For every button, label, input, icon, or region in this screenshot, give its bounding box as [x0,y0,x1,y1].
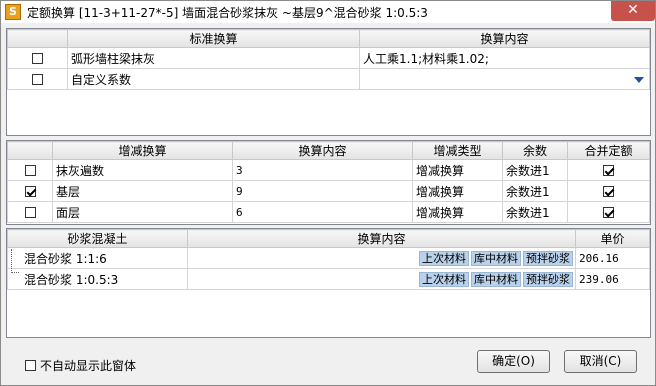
conversion-name: 自定义系数 [67,68,360,90]
no-auto-show-option[interactable]: 不自动显示此窗体 [25,357,136,374]
header-conversion-content: 换算内容 [359,29,650,48]
incdec-conversion-table: 增减换算 换算内容 增减类型 余数 合并定额 抹灰遍数 3 增减换算 余数进1 … [7,141,650,223]
conversion-name: 弧形墙柱梁抹灰 [67,47,360,69]
mortar-concrete-panel: 砂浆混凝土 换算内容 单价 混合砂浆 1:1:6 上次材料 库中材料 预拌砂浆 20… [6,228,651,338]
merge-checkbox[interactable] [603,186,614,197]
window-title: 定额换算 [11-3+11-27*-5] 墙面混合砂浆抹灰 ~基层9^混合砂浆 … [27,5,428,20]
table-row: 弧形墙柱梁抹灰 人工乘1.1;材料乘1.02; [7,47,650,69]
ok-button[interactable]: 确定(O) [477,350,550,373]
no-auto-show-label: 不自动显示此窗体 [40,359,137,373]
header-remainder: 余数 [502,141,568,160]
table-row: 基层 9 增减换算 余数进1 [7,180,650,202]
table-row: 自定义系数 [7,68,650,90]
incdec-name: 抹灰遍数 [52,159,233,181]
table-row: 混合砂浆 1:0.5:3 上次材料 库中材料 预拌砂浆 239.06 [7,268,650,290]
unit-price: 206.16 [575,247,650,269]
mortar-concrete-table: 砂浆混凝土 换算内容 单价 混合砂浆 1:1:6 上次材料 库中材料 预拌砂浆 20… [7,229,650,290]
incdec-value-input[interactable]: 3 [232,159,413,181]
no-auto-show-checkbox[interactable] [25,360,36,371]
standard-conversion-table: 标准换算 换算内容 弧形墙柱梁抹灰 人工乘1.1;材料乘1.02; 自定义系数 [7,29,650,90]
last-material-button[interactable]: 上次材料 [419,271,469,287]
library-material-button[interactable]: 库中材料 [471,271,521,287]
row-checkbox[interactable] [24,207,36,218]
standard-conversion-panel: 标准换算 换算内容 弧形墙柱梁抹灰 人工乘1.1;材料乘1.02; 自定义系数 [6,28,651,136]
row-checkbox[interactable] [24,186,36,197]
last-material-button[interactable]: 上次材料 [419,250,469,266]
custom-coefficient-dropdown[interactable] [359,68,650,90]
row-checkbox[interactable] [24,165,36,176]
unit-price: 239.06 [575,268,650,290]
incdec-name: 面层 [52,201,233,223]
table-row: 抹灰遍数 3 增减换算 余数进1 [7,159,650,181]
app-icon: S [5,4,21,20]
incdec-type: 增减换算 [412,159,503,181]
incdec-value-input[interactable]: 6 [232,201,413,223]
conversion-content: 人工乘1.1;材料乘1.02; [359,47,650,69]
incdec-conversion-panel: 增减换算 换算内容 增减类型 余数 合并定额 抹灰遍数 3 增减换算 余数进1 … [6,140,651,225]
remainder: 余数进1 [502,201,568,223]
header-blank [7,29,68,48]
header-merge-quota: 合并定额 [567,141,650,160]
header-standard-conversion: 标准换算 [67,29,360,48]
remainder: 余数进1 [502,159,568,181]
merge-checkbox[interactable] [603,165,614,176]
header-incdec-type: 增减类型 [412,141,503,160]
cancel-button[interactable]: 取消(C) [564,350,637,373]
chevron-down-icon[interactable] [632,73,646,87]
header-blank [7,141,53,160]
mortar-name: 混合砂浆 1:0.5:3 [7,268,188,290]
merge-checkbox[interactable] [603,207,614,218]
table-row: 面层 6 增减换算 余数进1 [7,201,650,223]
header-unit-price: 单价 [575,229,650,248]
header-mortar-concrete: 砂浆混凝土 [7,229,188,248]
remainder: 余数进1 [502,180,568,202]
tree-connector [11,249,19,273]
premix-mortar-button[interactable]: 预拌砂浆 [523,250,573,266]
conversion-dialog: S 定额换算 [11-3+11-27*-5] 墙面混合砂浆抹灰 ~基层9^混合砂… [0,0,656,386]
row-checkbox[interactable] [32,53,43,64]
header-conversion-content: 换算内容 [232,141,413,160]
header-incdec: 增减换算 [52,141,233,160]
title-bar: S 定额换算 [11-3+11-27*-5] 墙面混合砂浆抹灰 ~基层9^混合砂… [1,1,655,23]
incdec-type: 增减换算 [412,201,503,223]
header-conversion-content: 换算内容 [187,229,576,248]
incdec-type: 增减换算 [412,180,503,202]
incdec-value-input[interactable]: 9 [232,180,413,202]
mortar-name: 混合砂浆 1:1:6 [7,247,188,269]
close-button[interactable]: ✕ [611,1,655,21]
library-material-button[interactable]: 库中材料 [471,250,521,266]
incdec-name: 基层 [52,180,233,202]
premix-mortar-button[interactable]: 预拌砂浆 [523,271,573,287]
table-row: 混合砂浆 1:1:6 上次材料 库中材料 预拌砂浆 206.16 [7,247,650,269]
row-checkbox[interactable] [32,74,43,85]
